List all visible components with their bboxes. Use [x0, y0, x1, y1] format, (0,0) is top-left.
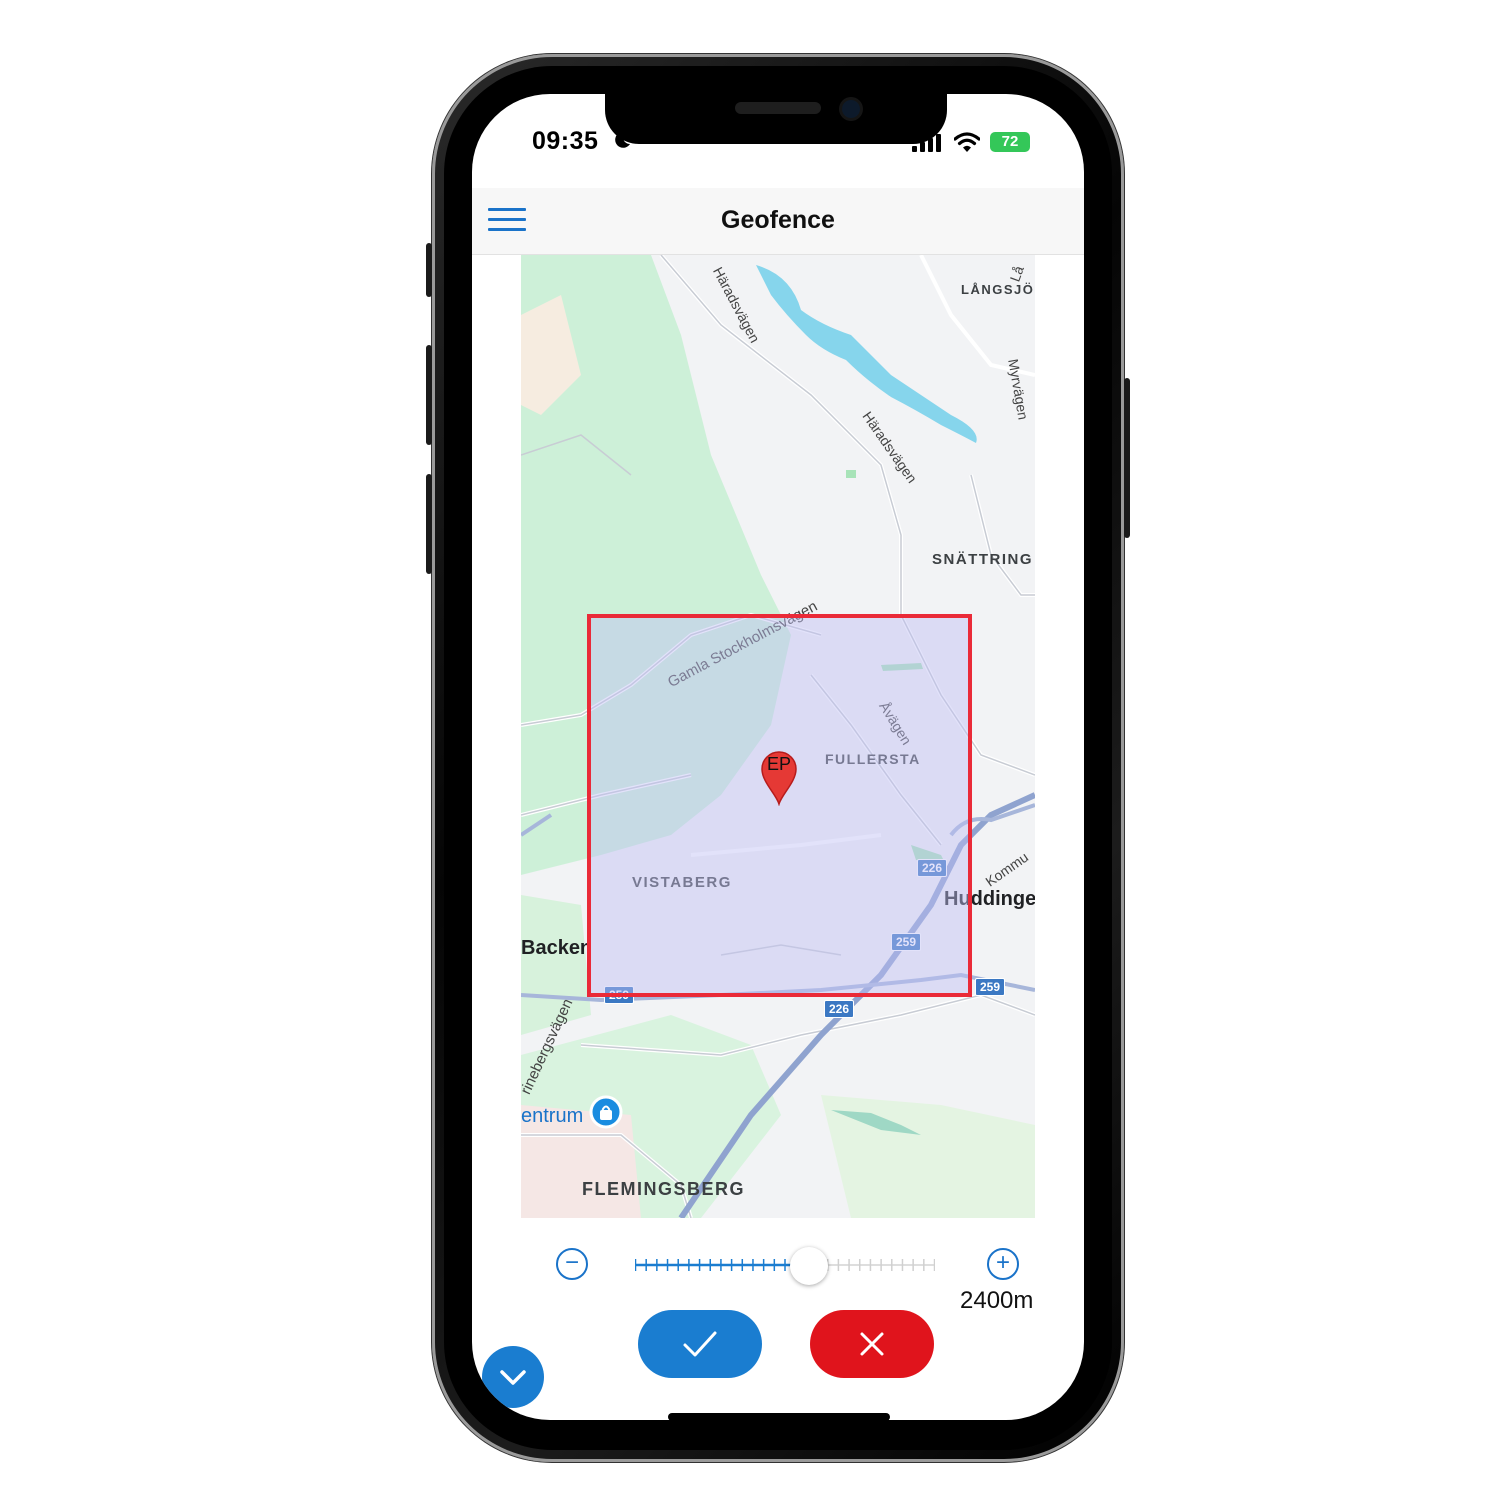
- collapse-button[interactable]: [482, 1346, 544, 1408]
- nav-bar: Geofence: [472, 188, 1084, 255]
- power-button: [1124, 378, 1130, 538]
- page-title: Geofence: [721, 206, 835, 234]
- map-town-backen: Backen: [521, 937, 593, 959]
- marker-label: EP: [766, 754, 791, 774]
- route-shield-226: 226: [824, 1000, 855, 1018]
- map-town-centrum: entrum: [521, 1105, 584, 1127]
- radius-value: 2400m: [960, 1287, 1034, 1314]
- volume-down-button: [426, 474, 432, 574]
- map-label-flemingsberg: FLEMINGSBERG: [582, 1179, 746, 1199]
- confirm-button[interactable]: [638, 1310, 762, 1378]
- map-view[interactable]: LÅNGSJÖ SNÄTTRING FULLERSTA VISTABERG FL…: [521, 255, 1035, 1218]
- volume-up-button: [426, 345, 432, 445]
- location-marker[interactable]: EP: [758, 748, 800, 806]
- phone-notch: [605, 92, 947, 144]
- earpiece-speaker: [735, 102, 821, 114]
- map-label-snattringe: SNÄTTRING: [932, 551, 1033, 568]
- front-camera: [842, 100, 860, 118]
- close-icon: [860, 1332, 884, 1356]
- shopping-bag-icon: [589, 1095, 623, 1129]
- checkmark-icon: [683, 1331, 717, 1357]
- wifi-icon: [954, 132, 980, 152]
- battery-indicator: 72: [990, 132, 1030, 152]
- chevron-down-icon: [500, 1370, 526, 1385]
- app-screen: 09:35 72 Geofence LÅNGSJÖ SNÄTTRING FULL…: [472, 94, 1084, 1420]
- route-shield-259: 259: [975, 978, 1006, 996]
- mute-switch: [426, 243, 432, 297]
- home-indicator[interactable]: [668, 1413, 890, 1421]
- cancel-button[interactable]: [810, 1310, 934, 1378]
- increase-radius-button[interactable]: +: [987, 1248, 1019, 1280]
- radius-slider-track[interactable]: [635, 1258, 935, 1272]
- radius-slider-row: − +: [472, 1234, 1084, 1294]
- radius-slider-thumb[interactable]: [790, 1247, 828, 1285]
- decrease-radius-button[interactable]: −: [556, 1248, 588, 1280]
- map-label-langsjo: LÅNGSJÖ: [961, 282, 1035, 297]
- status-time: 09:35: [532, 127, 599, 155]
